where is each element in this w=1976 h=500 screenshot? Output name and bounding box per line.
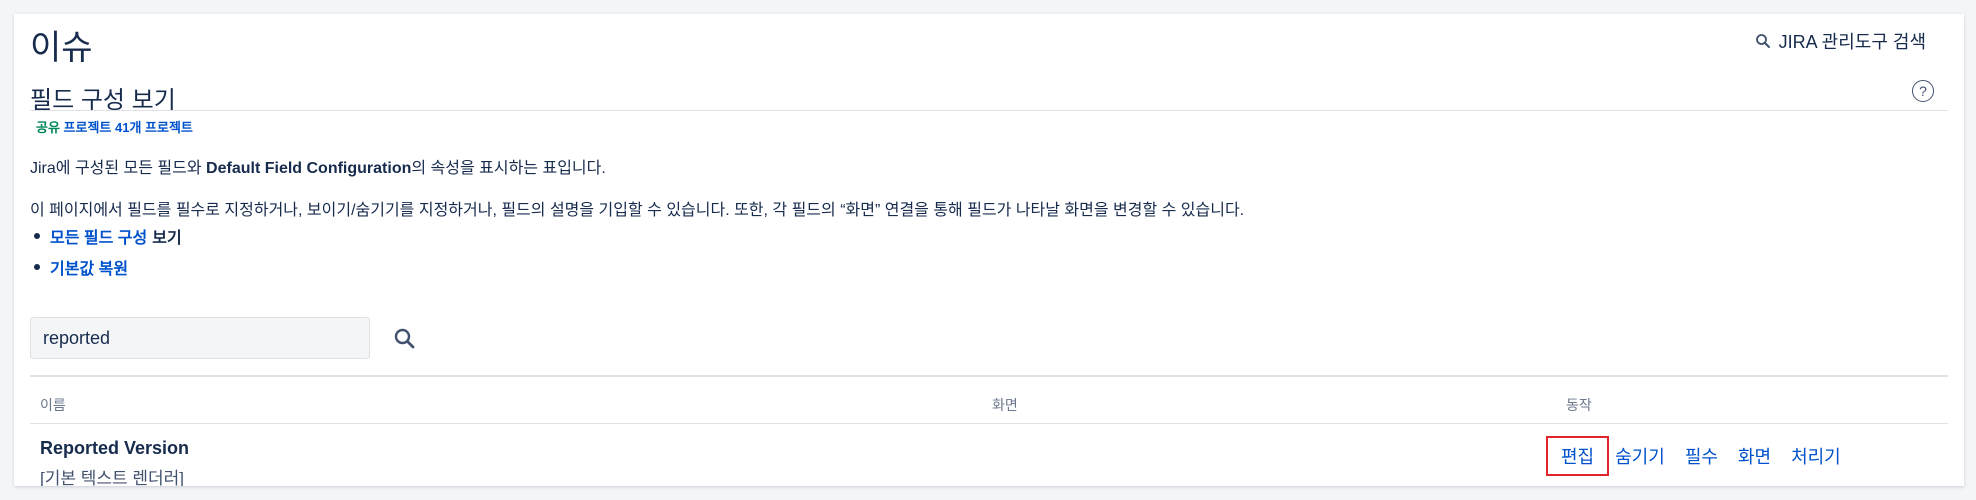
column-header-screens: 화면 (992, 397, 1018, 413)
instructions: 이 페이지에서 필드를 필수로 지정하거나, 보이기/숨기기를 지정하거나, 필… (30, 202, 1245, 219)
divider (30, 110, 1948, 111)
restore-defaults-link[interactable]: 기본값 복원 (50, 255, 128, 279)
required-link[interactable]: 필수 (1685, 443, 1718, 469)
shared-label: 공유 (36, 120, 60, 135)
divider (30, 375, 1948, 377)
screens-link[interactable]: 화면 (1738, 443, 1771, 469)
bullet-icon (34, 232, 40, 239)
view-all-field-configs-link[interactable]: 모든 필드 구성 (50, 224, 147, 248)
view-all-suffix: 보기 (152, 229, 182, 247)
divider (30, 423, 1948, 424)
search-icon[interactable] (392, 326, 418, 352)
admin-search-link[interactable]: JIRA 관리도구 검색 (1755, 28, 1926, 54)
field-configuration-panel: 이슈 JIRA 관리도구 검색 필드 구성 보기 ? 공유 프로젝트 41개 프… (14, 14, 1964, 486)
list-item: 모든 필드 구성 보기 (34, 220, 182, 251)
bullet-icon (34, 263, 40, 270)
column-header-name: 이름 (40, 397, 66, 413)
search-icon (1755, 33, 1771, 49)
edit-link[interactable]: 편집 (1546, 436, 1610, 476)
page-title: 이슈 (30, 29, 93, 67)
renderers-link[interactable]: 처리기 (1791, 443, 1841, 469)
field-renderer: [기본 텍스트 렌더러] (40, 469, 185, 486)
field-search-input[interactable] (30, 317, 370, 359)
column-header-actions: 동작 (1566, 397, 1592, 413)
shared-projects-link[interactable]: 프로젝트 41개 프로젝트 (64, 120, 193, 135)
field-name: Reported Version (40, 438, 190, 458)
admin-search-label: JIRA 관리도구 검색 (1778, 32, 1926, 52)
shared-projects-info: 공유 프로젝트 41개 프로젝트 (36, 117, 193, 136)
list-item: 기본값 복원 (34, 251, 182, 282)
action-links-list: 모든 필드 구성 보기 기본값 복원 (34, 220, 182, 282)
description-pre: Jira에 구성된 모든 필드와 (30, 160, 207, 177)
row-actions: 편집 숨기기 필수 화면 처리기 (1546, 436, 1861, 476)
description: Jira에 구성된 모든 필드와 Default Field Configura… (30, 154, 606, 178)
hide-link[interactable]: 숨기기 (1615, 443, 1665, 469)
help-icon[interactable]: ? (1912, 80, 1934, 102)
description-post: 의 속성을 표시하는 표입니다. (411, 160, 606, 177)
description-config-name: Default Field Configuration (206, 160, 412, 177)
